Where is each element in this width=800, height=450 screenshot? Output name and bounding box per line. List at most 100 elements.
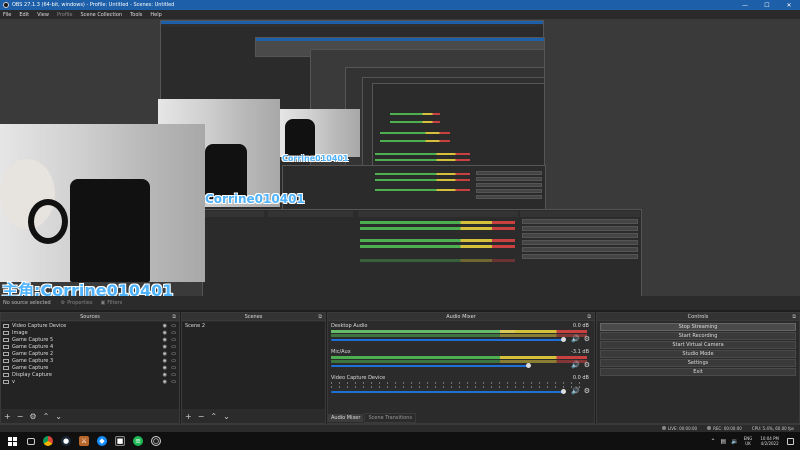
maximize-button[interactable]: ☐ [756, 0, 778, 10]
add-icon[interactable]: + [185, 412, 192, 421]
volume-slider[interactable] [331, 339, 563, 341]
windows-start-icon[interactable] [8, 436, 17, 446]
lock-icon[interactable]: ▭ [171, 323, 176, 329]
source-item[interactable]: Game Capture 5 ◉ ▭ [1, 336, 179, 343]
chevron-up-icon[interactable]: ⌃ [711, 438, 716, 445]
move-up-icon[interactable]: ⌃ [43, 412, 50, 421]
network-icon[interactable]: ▤ [721, 438, 727, 445]
undock-icon[interactable]: ⧉ [792, 314, 796, 320]
properties-button[interactable]: ⚙ Properties [61, 300, 93, 306]
volume-slider[interactable] [331, 365, 531, 367]
source-item[interactable]: v ◉ ▭ [1, 378, 179, 385]
sources-title: Sources ⧉ [1, 313, 179, 321]
volume-icon[interactable]: 🔉 [731, 438, 738, 445]
lock-icon[interactable]: ▭ [171, 344, 176, 350]
source-item[interactable]: Game Capture 4 ◉ ▭ [1, 343, 179, 350]
menu-tools[interactable]: Tools [130, 12, 142, 18]
channel-db: -3.1 dB [571, 349, 589, 355]
chrome-icon[interactable] [43, 436, 53, 446]
source-item[interactable]: Image ◉ ▭ [1, 329, 179, 336]
spotify-icon[interactable]: ≡ [133, 436, 143, 446]
volume-knob[interactable] [561, 337, 566, 342]
steam-icon[interactable]: ● [61, 436, 71, 446]
remove-icon[interactable]: − [17, 412, 24, 421]
source-item[interactable]: Game Capture 2 ◉ ▭ [1, 350, 179, 357]
minimize-button[interactable]: — [734, 0, 756, 10]
volume-slider[interactable] [331, 391, 563, 393]
stop-streaming-button[interactable]: Stop Streaming [600, 323, 796, 331]
lock-icon[interactable]: ▭ [171, 337, 176, 343]
app-icon[interactable]: ■ [115, 436, 125, 446]
eye-icon[interactable]: ◉ [163, 351, 167, 357]
lock-icon[interactable]: ▭ [171, 372, 176, 378]
speaker-icon[interactable]: 🔊 [571, 361, 580, 369]
gear-icon: ⚙ [60, 300, 66, 306]
volume-knob[interactable] [526, 363, 531, 368]
source-item[interactable]: Video Capture Device ◉ ▭ [1, 322, 179, 329]
filters-button[interactable]: ▣ Filters [100, 300, 122, 306]
task-view-icon[interactable] [27, 437, 35, 445]
remove-icon[interactable]: − [198, 412, 205, 421]
meter-ticks [331, 386, 587, 388]
exit-button[interactable]: Exit [600, 368, 796, 376]
obs-taskbar-icon[interactable]: ○ [151, 436, 161, 446]
close-button[interactable]: ✕ [778, 0, 800, 10]
lock-icon[interactable]: ▭ [171, 358, 176, 364]
menu-profile[interactable]: Profile [57, 12, 73, 18]
eye-icon[interactable]: ◉ [163, 365, 167, 371]
speaker-icon[interactable]: 🔊 [571, 387, 580, 395]
source-item[interactable]: Game Capture 3 ◉ ▭ [1, 357, 179, 364]
meter-ticks [331, 382, 587, 384]
eye-icon[interactable]: ◉ [163, 337, 167, 343]
lock-icon[interactable]: ▭ [171, 351, 176, 357]
menu-file[interactable]: File [3, 12, 11, 18]
channel-name: Desktop Audio [331, 323, 368, 329]
eye-icon[interactable]: ◉ [163, 323, 167, 329]
undock-icon[interactable]: ⧉ [318, 314, 322, 320]
studio-mode-button[interactable]: Studio Mode [600, 350, 796, 358]
tab-audio-mixer[interactable]: Audio Mixer [328, 414, 364, 422]
speaker-icon[interactable]: 🔊 [571, 335, 580, 343]
eye-icon[interactable]: ◉ [163, 372, 167, 378]
start-virtual-camera-button[interactable]: Start Virtual Camera [600, 341, 796, 349]
mixer-tabs: Audio Mixer Scene Transitions [328, 413, 594, 423]
move-up-icon[interactable]: ⌃ [210, 412, 217, 421]
start-recording-button[interactable]: Start Recording [600, 332, 796, 340]
scenes-toolbar: + − ⌃ ⌄ [182, 409, 325, 423]
source-item[interactable]: Game Capture ◉ ▭ [1, 364, 179, 371]
lock-icon[interactable]: ▭ [171, 365, 176, 371]
lock-icon[interactable]: ▭ [171, 379, 176, 385]
settings-button[interactable]: Settings [600, 359, 796, 367]
undock-icon[interactable]: ⧉ [172, 314, 176, 320]
scene-item[interactable]: Scene 2 [182, 322, 325, 329]
move-down-icon[interactable]: ⌄ [55, 412, 62, 421]
clock[interactable]: 10:04 PM 4/2/2022 [760, 436, 779, 446]
eye-icon[interactable]: ◉ [163, 379, 167, 385]
volume-knob[interactable] [561, 389, 566, 394]
tab-scene-transitions[interactable]: Scene Transitions [364, 413, 417, 423]
battlenet-icon[interactable]: ◆ [97, 436, 107, 446]
preview-canvas[interactable]: Corrine010401 Corrine010401 主角:Corrine01… [0, 19, 800, 296]
undock-icon[interactable]: ⧉ [587, 314, 591, 320]
eye-icon[interactable]: ◉ [163, 330, 167, 336]
game-capture-icon [3, 351, 9, 356]
menu-help[interactable]: Help [150, 12, 161, 18]
language-indicator[interactable]: ENG UK [744, 436, 753, 446]
menu-edit[interactable]: Edit [19, 12, 29, 18]
notification-icon[interactable] [787, 437, 794, 445]
move-down-icon[interactable]: ⌄ [223, 412, 230, 421]
eye-icon[interactable]: ◉ [163, 358, 167, 364]
gear-icon[interactable]: ⚙ [584, 335, 590, 343]
game-launcher-icon[interactable]: ⚔ [79, 436, 89, 446]
add-icon[interactable]: + [4, 412, 11, 421]
source-item[interactable]: Display Capture ◉ ▭ [1, 371, 179, 378]
level-meter-fill [331, 330, 516, 333]
gear-icon[interactable]: ⚙ [29, 412, 36, 421]
menu-view[interactable]: View [37, 12, 49, 18]
lock-icon[interactable]: ▭ [171, 330, 176, 336]
gear-icon[interactable]: ⚙ [584, 361, 590, 369]
eye-icon[interactable]: ◉ [163, 344, 167, 350]
level-meter [331, 360, 587, 363]
menu-scene-collection[interactable]: Scene Collection [80, 12, 122, 18]
gear-icon[interactable]: ⚙ [584, 387, 590, 395]
